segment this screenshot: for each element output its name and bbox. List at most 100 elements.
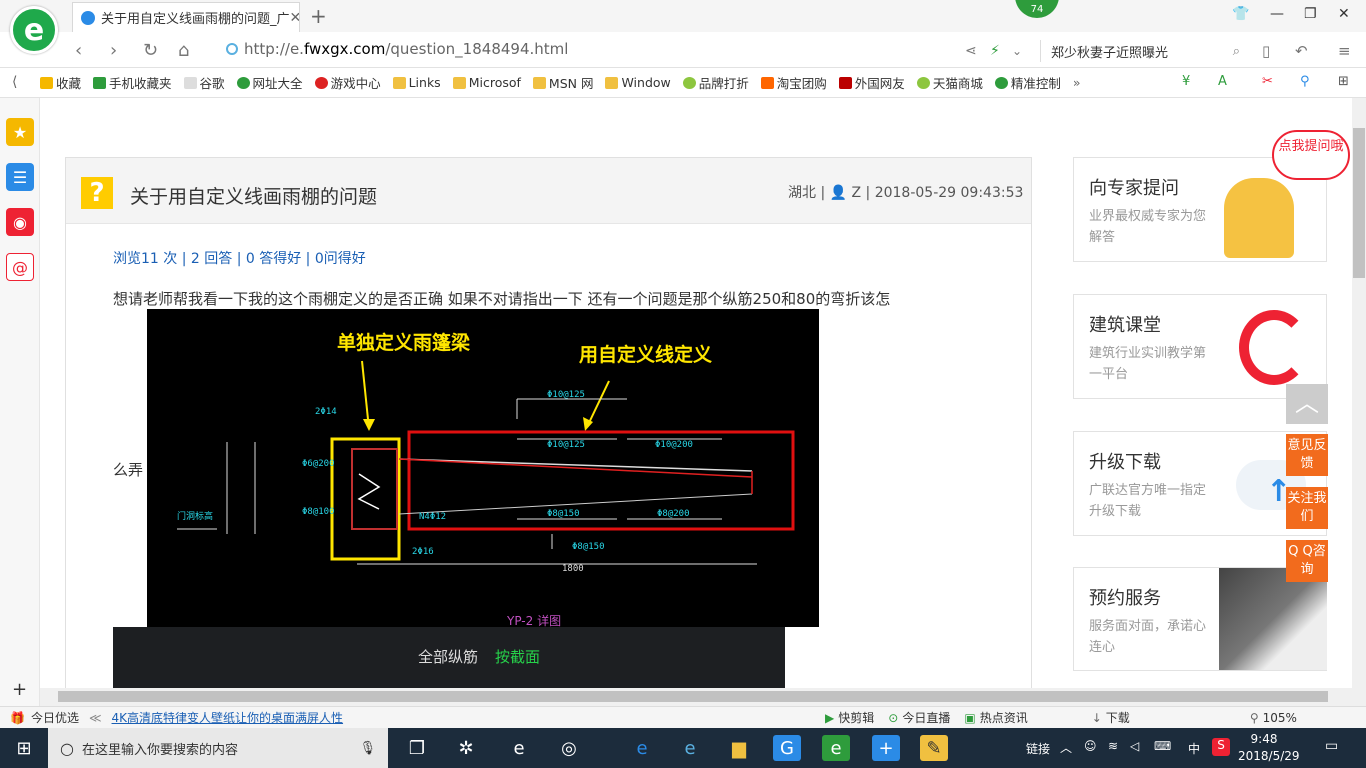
bookmark-item[interactable]: 品牌打折 xyxy=(682,73,749,92)
bookmark-item[interactable]: MSN 网 xyxy=(532,73,593,92)
card-subtitle: 建筑行业实训教学第一平台 xyxy=(1089,346,1207,382)
shield-icon[interactable]: ¥ xyxy=(1182,74,1190,89)
bookmark-item[interactable]: 外国网友 xyxy=(838,73,905,92)
tab-active[interactable]: 关于用自定义线画雨棚的问题_广 ✕ xyxy=(72,2,300,32)
speed-icon[interactable]: ⚡ xyxy=(990,43,1000,59)
mail-icon[interactable]: @ xyxy=(6,253,34,281)
horizontal-scroll-thumb[interactable] xyxy=(58,691,1328,702)
bookmark-item[interactable]: 游戏中心 xyxy=(314,73,381,92)
edge-icon[interactable]: e xyxy=(628,735,656,761)
tab-title: 关于用自定义线画雨棚的问题_广 xyxy=(101,12,290,27)
bookmark-item[interactable]: 收藏 xyxy=(40,73,81,92)
page-icon xyxy=(183,76,197,89)
download-icon: ↓ xyxy=(1091,710,1102,725)
tray-chevron-icon[interactable]: ︿ xyxy=(1060,739,1072,756)
glodon-icon[interactable]: G xyxy=(773,735,801,761)
feedback-button[interactable]: 意见反馈 xyxy=(1286,434,1328,476)
browser-active-icon[interactable]: e xyxy=(822,735,850,761)
app-fan-icon[interactable]: ✲ xyxy=(452,735,480,761)
star-icon xyxy=(40,76,53,89)
browser-logo-icon[interactable]: e xyxy=(10,6,58,54)
status-item[interactable]: 下载 xyxy=(1106,709,1130,726)
favorites-star-icon[interactable]: ★ xyxy=(6,118,34,146)
bookmark-item[interactable]: 网址大全 xyxy=(236,73,303,92)
new-tab-button[interactable]: + xyxy=(310,4,327,28)
notepad-icon[interactable]: ✎ xyxy=(920,735,948,761)
windows-start-icon[interactable]: ⊞ xyxy=(10,735,38,761)
card-appointment[interactable]: 预约服务 服务面对面，承诺心连心 xyxy=(1073,567,1327,671)
undo-icon[interactable]: ↶ xyxy=(1295,42,1308,60)
qq-consult-button[interactable]: Q Q咨询 xyxy=(1286,540,1328,582)
status-item[interactable]: 今日直播 xyxy=(902,709,950,726)
bookmark-item[interactable]: 谷歌 xyxy=(183,73,225,92)
explorer-folder-icon[interactable]: ▆ xyxy=(725,735,753,761)
collapse-icon[interactable]: ⟨ xyxy=(12,74,17,90)
taskbar-search-input[interactable]: ○ 在这里输入你要搜索的内容 🎙 xyxy=(48,728,388,768)
url-domain: fwxgx.com xyxy=(303,40,386,58)
back-to-top-button[interactable]: ︿ xyxy=(1286,384,1328,424)
app-swirl-icon[interactable]: ◎ xyxy=(555,735,583,761)
status-news-link[interactable]: 4K高清底特律变人壁纸让你的桌面满屏人性 xyxy=(112,709,344,726)
chevron-icon: ≪ xyxy=(88,710,102,725)
share-icon[interactable]: ⋖ xyxy=(965,43,977,59)
app-plus-icon[interactable]: + xyxy=(872,735,900,761)
follow-us-button[interactable]: 关注我们 xyxy=(1286,487,1328,529)
browser-e-icon[interactable]: e xyxy=(505,735,533,761)
minimize-button[interactable]: — xyxy=(1270,6,1284,22)
chevron-down-icon[interactable]: ⌄ xyxy=(1012,44,1022,58)
svg-text:Φ10@125: Φ10@125 xyxy=(547,440,585,450)
menu-icon[interactable]: ≡ xyxy=(1338,42,1351,60)
refresh-icon[interactable]: ↻ xyxy=(143,40,158,61)
bookmark-item[interactable]: 天猫商城 xyxy=(916,73,983,92)
card-title: 建筑课堂 xyxy=(1089,315,1161,336)
mascot-bubble[interactable]: 点我提问哦 xyxy=(1272,130,1350,180)
mobile-icon[interactable]: ▯ xyxy=(1262,42,1270,60)
address-bar[interactable]: http://e. fwxgx.com/question_1848494.html xyxy=(226,40,568,58)
forward-icon[interactable]: › xyxy=(110,40,117,61)
tray-volume-icon[interactable]: ◁ xyxy=(1130,739,1139,753)
bookmark-item[interactable]: Links xyxy=(392,75,441,90)
status-left[interactable]: 今日优选 xyxy=(31,709,79,726)
search-input[interactable]: 郑少秋妻子近照曝光 ⌕ xyxy=(1040,40,1240,62)
search-icon[interactable]: ⌕ xyxy=(1233,44,1240,59)
taskbar-link-label[interactable]: 链接 xyxy=(1026,740,1050,757)
ie-icon[interactable]: e xyxy=(676,735,704,761)
news-icon: ▣ xyxy=(964,710,976,725)
tray-keyboard-icon[interactable]: ⌨ xyxy=(1154,739,1171,753)
question-stats[interactable]: 浏览11 次 | 2 回答 | 0 答得好 | 0问得好 xyxy=(113,248,366,268)
magnifier-icon[interactable]: ⚲ xyxy=(1300,74,1310,89)
home-icon[interactable]: ⌂ xyxy=(178,40,189,61)
skin-icon[interactable]: 👕 xyxy=(1232,6,1249,22)
ime-indicator[interactable]: 中 xyxy=(1188,740,1200,757)
weibo-icon[interactable]: ◉ xyxy=(6,208,34,236)
site-info-icon[interactable] xyxy=(226,43,238,55)
close-window-button[interactable]: ✕ xyxy=(1338,6,1350,22)
task-view-icon[interactable]: ❐ xyxy=(403,735,431,761)
translate-icon[interactable]: A xyxy=(1218,74,1227,89)
bookmark-item[interactable]: 精准控制 xyxy=(994,73,1061,92)
apps-icon[interactable]: ⊞ xyxy=(1338,74,1349,89)
bookmark-item[interactable]: Microsof xyxy=(452,75,521,90)
tray-people-icon[interactable]: ☺ xyxy=(1084,739,1097,753)
leaf-icon xyxy=(682,76,696,89)
maximize-button[interactable]: ❐ xyxy=(1304,6,1317,22)
mic-icon[interactable]: 🎙 xyxy=(359,741,376,756)
taskbar-clock[interactable]: 9:48 2018/5/29 xyxy=(1238,731,1300,765)
bookmark-item[interactable]: 手机收藏夹 xyxy=(93,73,172,92)
add-sidebar-button[interactable]: + xyxy=(12,679,27,700)
tray-wifi-icon[interactable]: ≋ xyxy=(1108,739,1118,753)
mascot-icon xyxy=(1224,178,1294,258)
tab-close-icon[interactable]: ✕ xyxy=(290,10,299,26)
notifications-icon[interactable]: ▭ xyxy=(1325,738,1338,754)
scissors-icon[interactable]: ✂ xyxy=(1262,74,1273,89)
bookmark-item[interactable]: Window xyxy=(605,75,671,90)
bookmarks-more[interactable]: » xyxy=(1073,75,1081,90)
back-icon[interactable]: ‹ xyxy=(75,40,82,61)
bookmark-item[interactable]: 淘宝团购 xyxy=(760,73,827,92)
zoom-level[interactable]: 105% xyxy=(1263,711,1297,725)
reader-icon[interactable]: ☰ xyxy=(6,163,34,191)
sogou-icon[interactable]: S xyxy=(1212,738,1230,756)
vertical-scroll-thumb[interactable] xyxy=(1353,128,1365,278)
status-item[interactable]: 热点资讯 xyxy=(980,709,1028,726)
status-item[interactable]: 快剪辑 xyxy=(838,709,874,726)
